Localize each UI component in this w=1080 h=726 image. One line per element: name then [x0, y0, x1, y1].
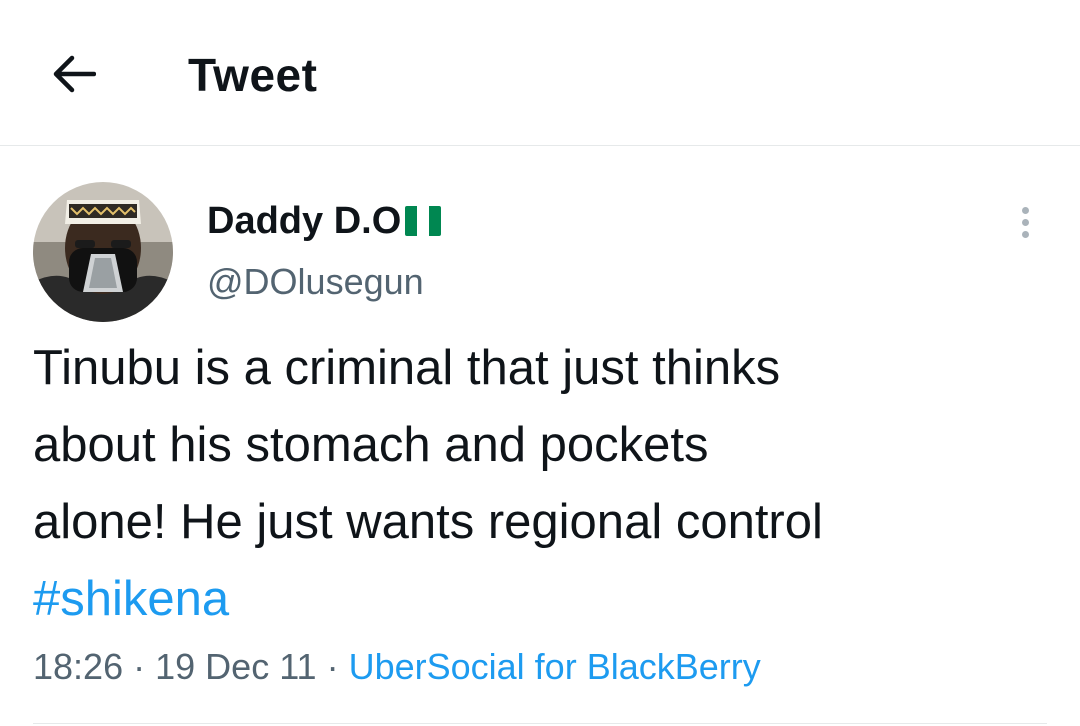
meta-separator: · — [133, 646, 146, 687]
author-display-name[interactable]: Daddy D.O — [207, 198, 442, 244]
tweet-source-link[interactable]: UberSocial for BlackBerry — [349, 646, 761, 687]
back-button[interactable] — [48, 51, 100, 97]
tweet-meta: 18:26 · 19 Dec 11 · UberSocial for Black… — [33, 644, 761, 690]
tweet-time[interactable]: 18:26 — [33, 646, 123, 687]
top-bar: Tweet — [0, 0, 1080, 146]
author-handle[interactable]: @DOlusegun — [207, 260, 424, 304]
tweet-line: Tinubu is a criminal that just thinks — [33, 341, 781, 395]
hashtag-link[interactable]: #shikena — [33, 572, 229, 626]
more-vertical-icon — [1021, 206, 1029, 214]
tweet-line: alone! He just wants regional control — [33, 495, 823, 549]
author-name-text: Daddy D.O — [207, 200, 402, 242]
tweet-date[interactable]: 19 Dec 11 — [155, 646, 316, 687]
tweet-line: about his stomach and pockets — [33, 418, 709, 472]
arrow-left-icon — [53, 55, 96, 93]
avatar-photo — [33, 182, 173, 322]
avatar[interactable] — [33, 182, 173, 322]
meta-separator: · — [326, 646, 339, 687]
tweet-text: Tinubu is a criminal that just thinks ab… — [33, 330, 1053, 638]
divider — [33, 723, 1047, 724]
nigeria-flag-icon — [405, 206, 442, 236]
more-options-button[interactable] — [1005, 200, 1045, 244]
page-title: Tweet — [188, 49, 318, 101]
